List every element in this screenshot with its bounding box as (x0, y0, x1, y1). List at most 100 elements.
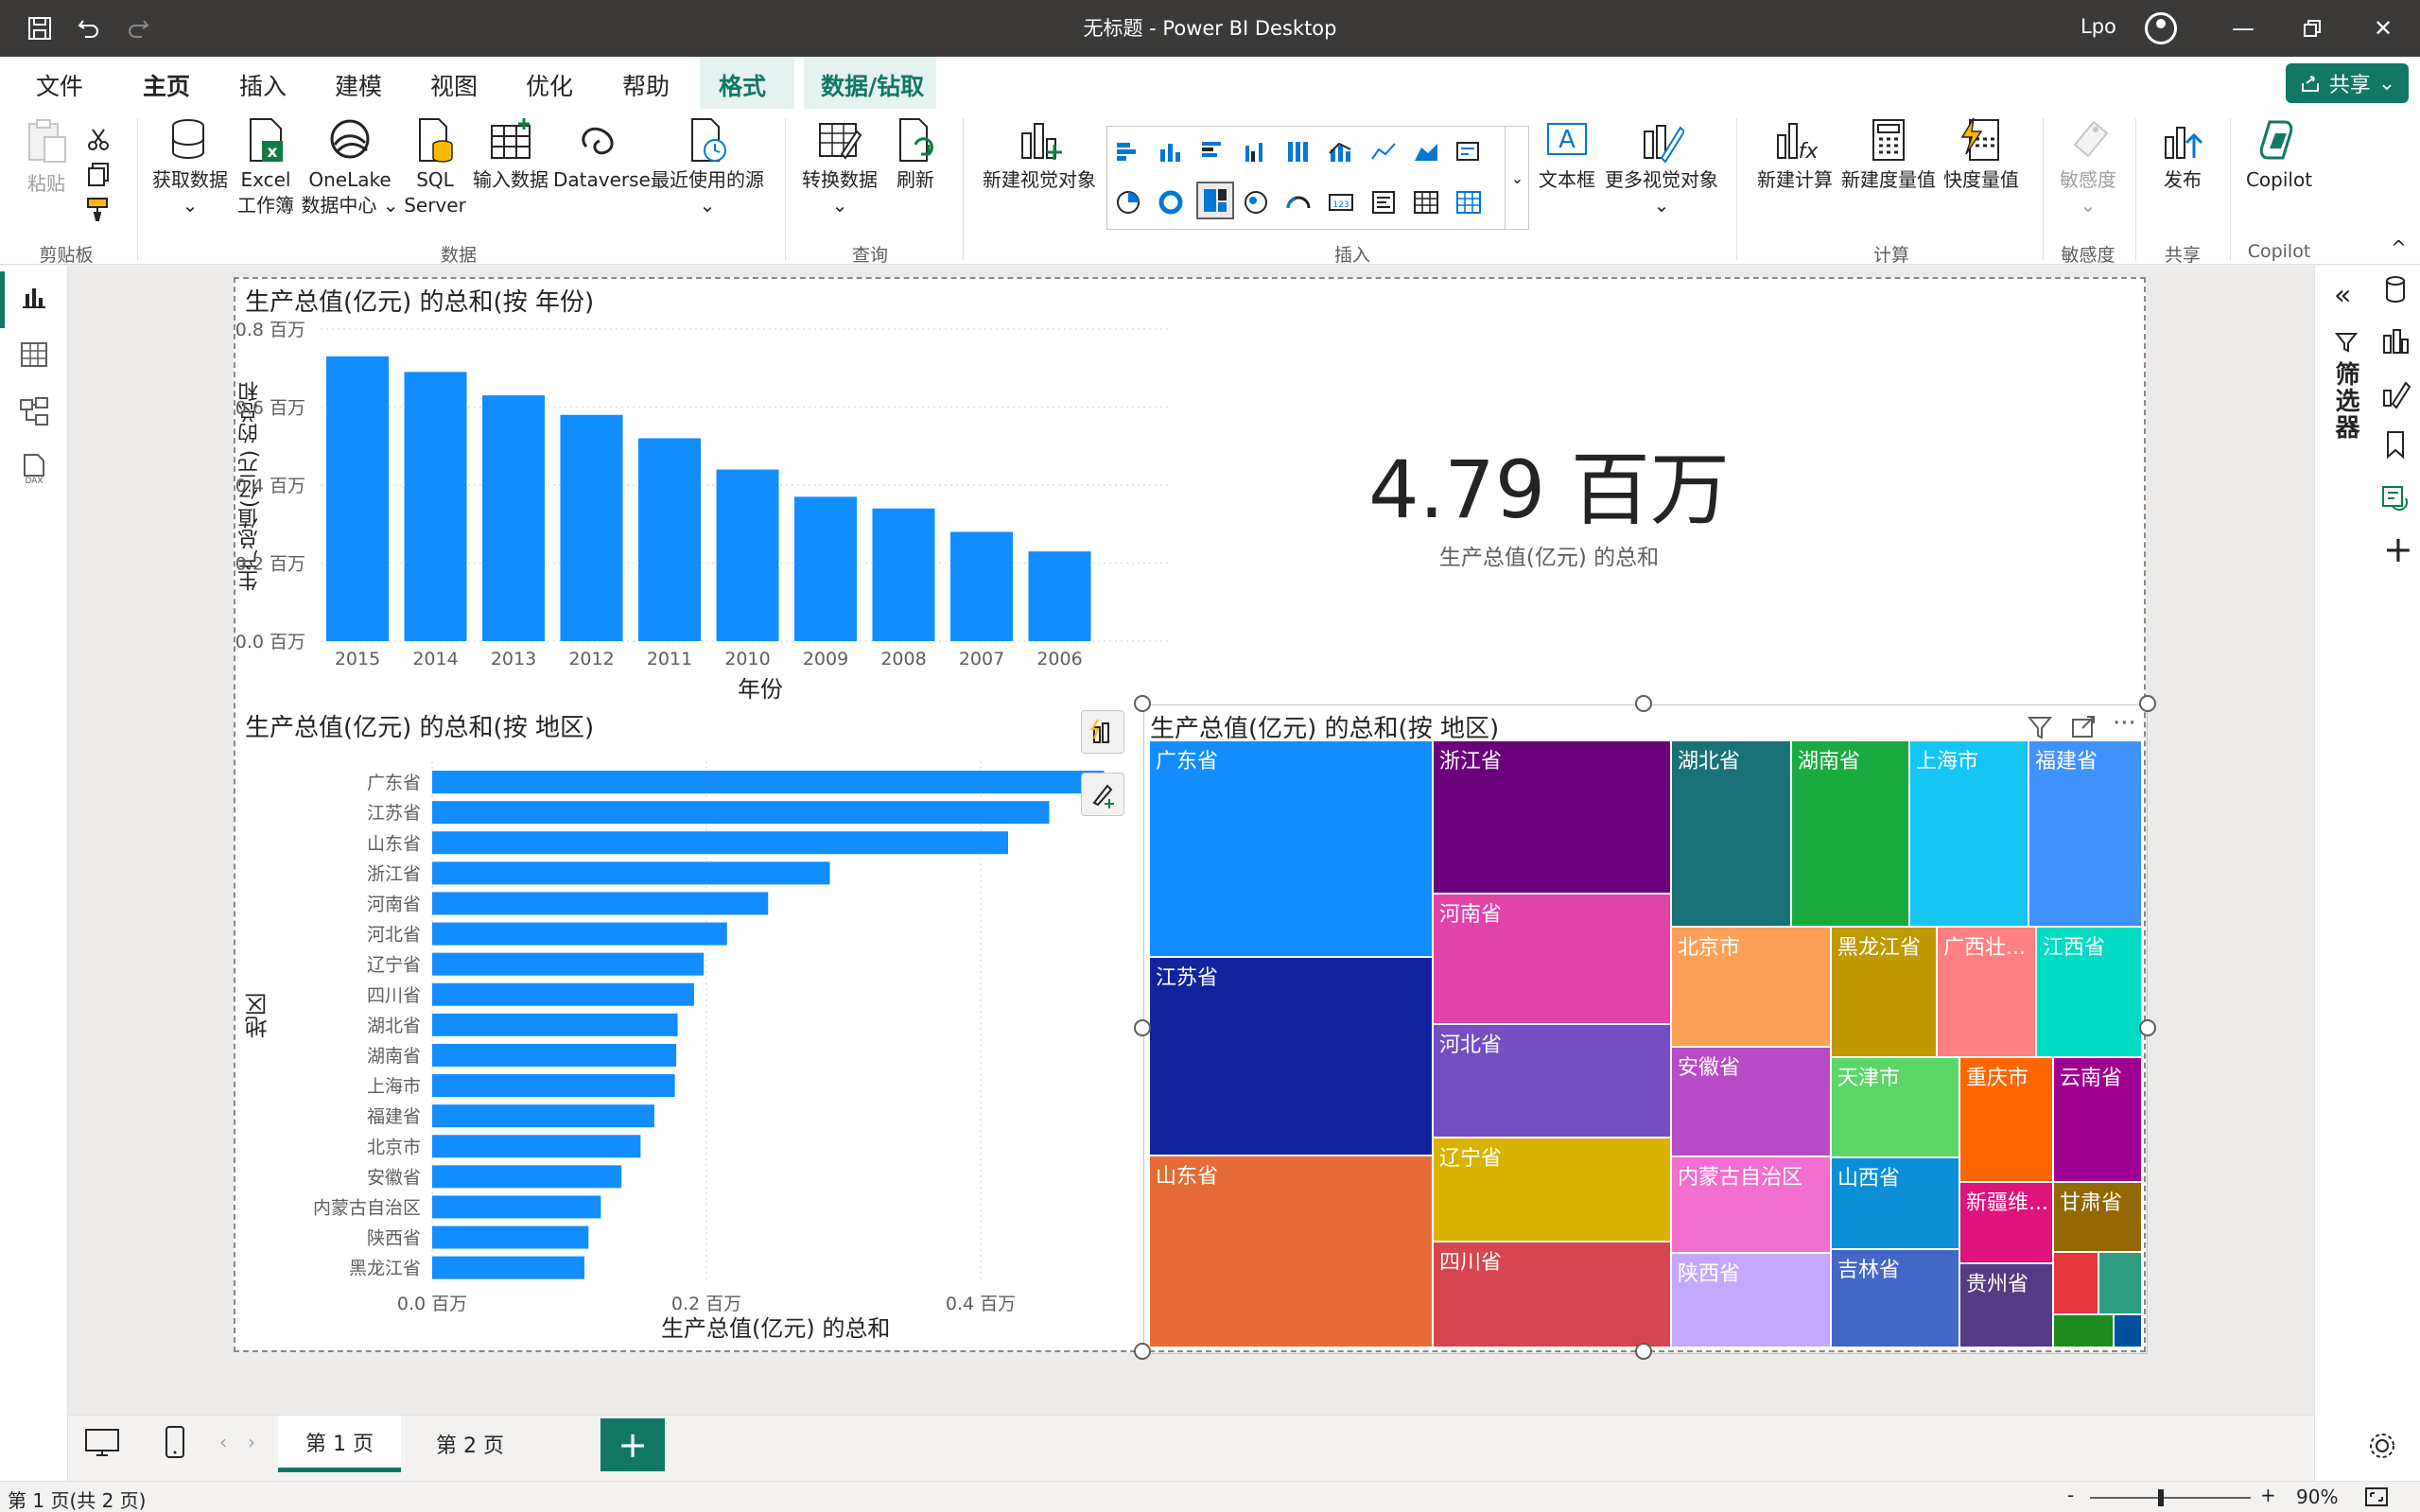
region-bar[interactable] (432, 861, 830, 885)
minimize-icon[interactable]: — (2224, 9, 2262, 47)
filter-pane-icon[interactable] (2334, 330, 2359, 358)
more-visuals-button[interactable]: 更多视觉对象 ⌄ (1598, 116, 1725, 218)
tab-view[interactable]: 视图 (430, 68, 478, 102)
filters-pane-label[interactable]: 筛选器 (2328, 361, 2363, 441)
region-bar-chart[interactable]: 生产总值(亿元) 的总和(按 地区) 地区 生产总值(亿元) 的总和 0.0 百… (235, 704, 1143, 1352)
treemap-tile[interactable]: 浙江省 (1434, 741, 1670, 893)
tab-insert[interactable]: 插入 (239, 68, 287, 102)
mobile-layout-icon[interactable] (163, 1425, 187, 1465)
settings-icon[interactable] (2366, 1430, 2398, 1466)
region-bar[interactable] (432, 1135, 641, 1158)
treemap-tile[interactable]: 内蒙古自治区 (1672, 1157, 1830, 1252)
region-bar[interactable] (432, 892, 769, 915)
treemap-icon[interactable] (1196, 182, 1234, 219)
treemap-tile[interactable]: 四川省 (1434, 1243, 1670, 1347)
treemap-tile-small[interactable] (2054, 1315, 2113, 1347)
new-visual-button[interactable]: 新建视觉对象 (974, 116, 1105, 193)
zoom-out-icon[interactable]: - (2067, 1484, 2074, 1506)
close-icon[interactable]: ✕ (2364, 9, 2402, 47)
region-bar[interactable] (432, 922, 727, 946)
treemap-tile[interactable]: 广东省 (1150, 741, 1432, 956)
paste-button[interactable]: 粘贴 (19, 116, 74, 197)
zoom-in-icon[interactable]: + (2260, 1484, 2276, 1506)
card-icon[interactable]: 123 (1324, 185, 1358, 219)
region-bar[interactable] (432, 1256, 584, 1279)
tab-home[interactable]: 主页 (143, 68, 191, 113)
resize-handle[interactable] (1134, 1343, 1151, 1360)
clustered-column-icon[interactable] (1239, 134, 1273, 168)
year-bar[interactable] (716, 469, 779, 642)
dataverse-button[interactable]: Dataverse (553, 116, 651, 193)
cut-icon[interactable] (85, 126, 112, 156)
year-bar[interactable] (872, 508, 935, 641)
add-page-button[interactable]: + (601, 1418, 665, 1471)
region-bar[interactable] (432, 1225, 589, 1249)
treemap-tile[interactable]: 广西壮... (1938, 928, 2035, 1056)
refresh-button[interactable]: 刷新 (887, 116, 944, 193)
year-bar[interactable] (1028, 551, 1091, 641)
resize-handle[interactable] (2139, 1019, 2156, 1036)
gallery-expand-icon[interactable]: ⌄ (1505, 127, 1529, 229)
share-button[interactable]: 共享 ⌄ (2286, 63, 2409, 103)
transform-data-button[interactable]: 转换数据 ⌄ (794, 116, 885, 218)
line-column-icon[interactable] (1324, 134, 1358, 168)
pie-chart-icon[interactable] (1111, 185, 1145, 219)
resize-handle[interactable] (2139, 695, 2156, 712)
treemap-tile[interactable]: 辽宁省 (1434, 1138, 1670, 1241)
treemap-tile[interactable]: 山西省 (1832, 1158, 1959, 1248)
treemap-tile[interactable]: 安徽省 (1672, 1048, 1830, 1156)
treemap-tile[interactable]: 江苏省 (1150, 958, 1432, 1155)
sql-server-button[interactable]: SQL Server (402, 116, 468, 218)
collapse-ribbon-icon[interactable]: ^ (2391, 236, 2407, 259)
stacked-bar-icon[interactable] (1111, 134, 1145, 168)
year-column-chart[interactable]: 生产总值(亿元) 的总和(按 年份) 生产总值(亿元) 的总和 年份 0.8 百… (235, 279, 1181, 704)
year-bar[interactable] (794, 496, 857, 641)
tab-optimize[interactable]: 优化 (526, 68, 573, 102)
data-pane-icon[interactable] (2379, 273, 2411, 309)
multi-row-card-icon[interactable] (1367, 185, 1401, 219)
year-bar[interactable] (638, 438, 701, 642)
treemap-tile-small[interactable] (2054, 1253, 2098, 1313)
publish-button[interactable]: 发布 (2145, 116, 2220, 193)
visualizations-pane-icon[interactable] (2379, 324, 2411, 360)
treemap-tile[interactable]: 北京市 (1672, 928, 1830, 1046)
region-bar[interactable] (432, 1043, 677, 1067)
tab-file[interactable]: 文件 (36, 68, 83, 102)
treemap-tile[interactable]: 湖北省 (1672, 741, 1790, 926)
scroll-left-icon[interactable]: ‹ (219, 1431, 227, 1453)
onelake-button[interactable]: OneLake 数据中心 ⌄ (301, 116, 399, 218)
map-icon[interactable] (1239, 185, 1273, 219)
scroll-right-icon[interactable]: › (248, 1431, 255, 1453)
tab-modeling[interactable]: 建模 (335, 68, 382, 102)
treemap-tile[interactable]: 新疆维... (1960, 1183, 2052, 1262)
page-tab-1[interactable]: 第 1 页 (278, 1416, 401, 1472)
more-options-icon[interactable]: ··· (2113, 709, 2136, 738)
fit-to-page-icon[interactable] (2364, 1486, 2389, 1512)
table-icon[interactable] (1409, 185, 1443, 219)
text-box-button[interactable]: A 文本框 (1534, 116, 1600, 193)
treemap-tile[interactable]: 重庆市 (1960, 1058, 2052, 1181)
copilot-button[interactable]: Copilot (2237, 116, 2321, 193)
treemap-tile[interactable]: 云南省 (2054, 1058, 2141, 1181)
new-measure-button[interactable]: 新建度量值 (1838, 116, 1939, 193)
restore-icon[interactable] (2293, 9, 2331, 47)
zoom-slider[interactable] (2090, 1497, 2251, 1499)
new-calc-button[interactable]: fx 新建计算 (1748, 116, 1842, 193)
format-visual-icon[interactable] (1081, 773, 1124, 816)
treemap-tile[interactable]: 福建省 (2029, 741, 2141, 926)
treemap-tile-small[interactable] (2099, 1253, 2141, 1313)
treemap-tile[interactable]: 甘肃省 (2054, 1183, 2141, 1251)
copy-icon[interactable] (85, 161, 112, 191)
kpi-card[interactable]: 4.79 百万 生产总值(亿元) 的总和 (1181, 279, 2146, 704)
treemap-tile[interactable]: 陕西省 (1672, 1254, 1830, 1347)
year-bar[interactable] (482, 395, 545, 641)
treemap-tile[interactable]: 山东省 (1150, 1156, 1432, 1347)
add-pane-icon[interactable]: + (2383, 529, 2413, 570)
ribbon-chart-icon[interactable] (1452, 134, 1486, 168)
tab-help[interactable]: 帮助 (622, 68, 670, 102)
get-data-button[interactable]: 获取数据 ⌄ (147, 116, 234, 218)
visual-gallery[interactable]: 123 ⌄ (1106, 126, 1529, 230)
clustered-bar-icon[interactable] (1196, 134, 1230, 168)
region-bar[interactable] (432, 831, 1008, 855)
region-bar[interactable] (432, 1104, 654, 1128)
